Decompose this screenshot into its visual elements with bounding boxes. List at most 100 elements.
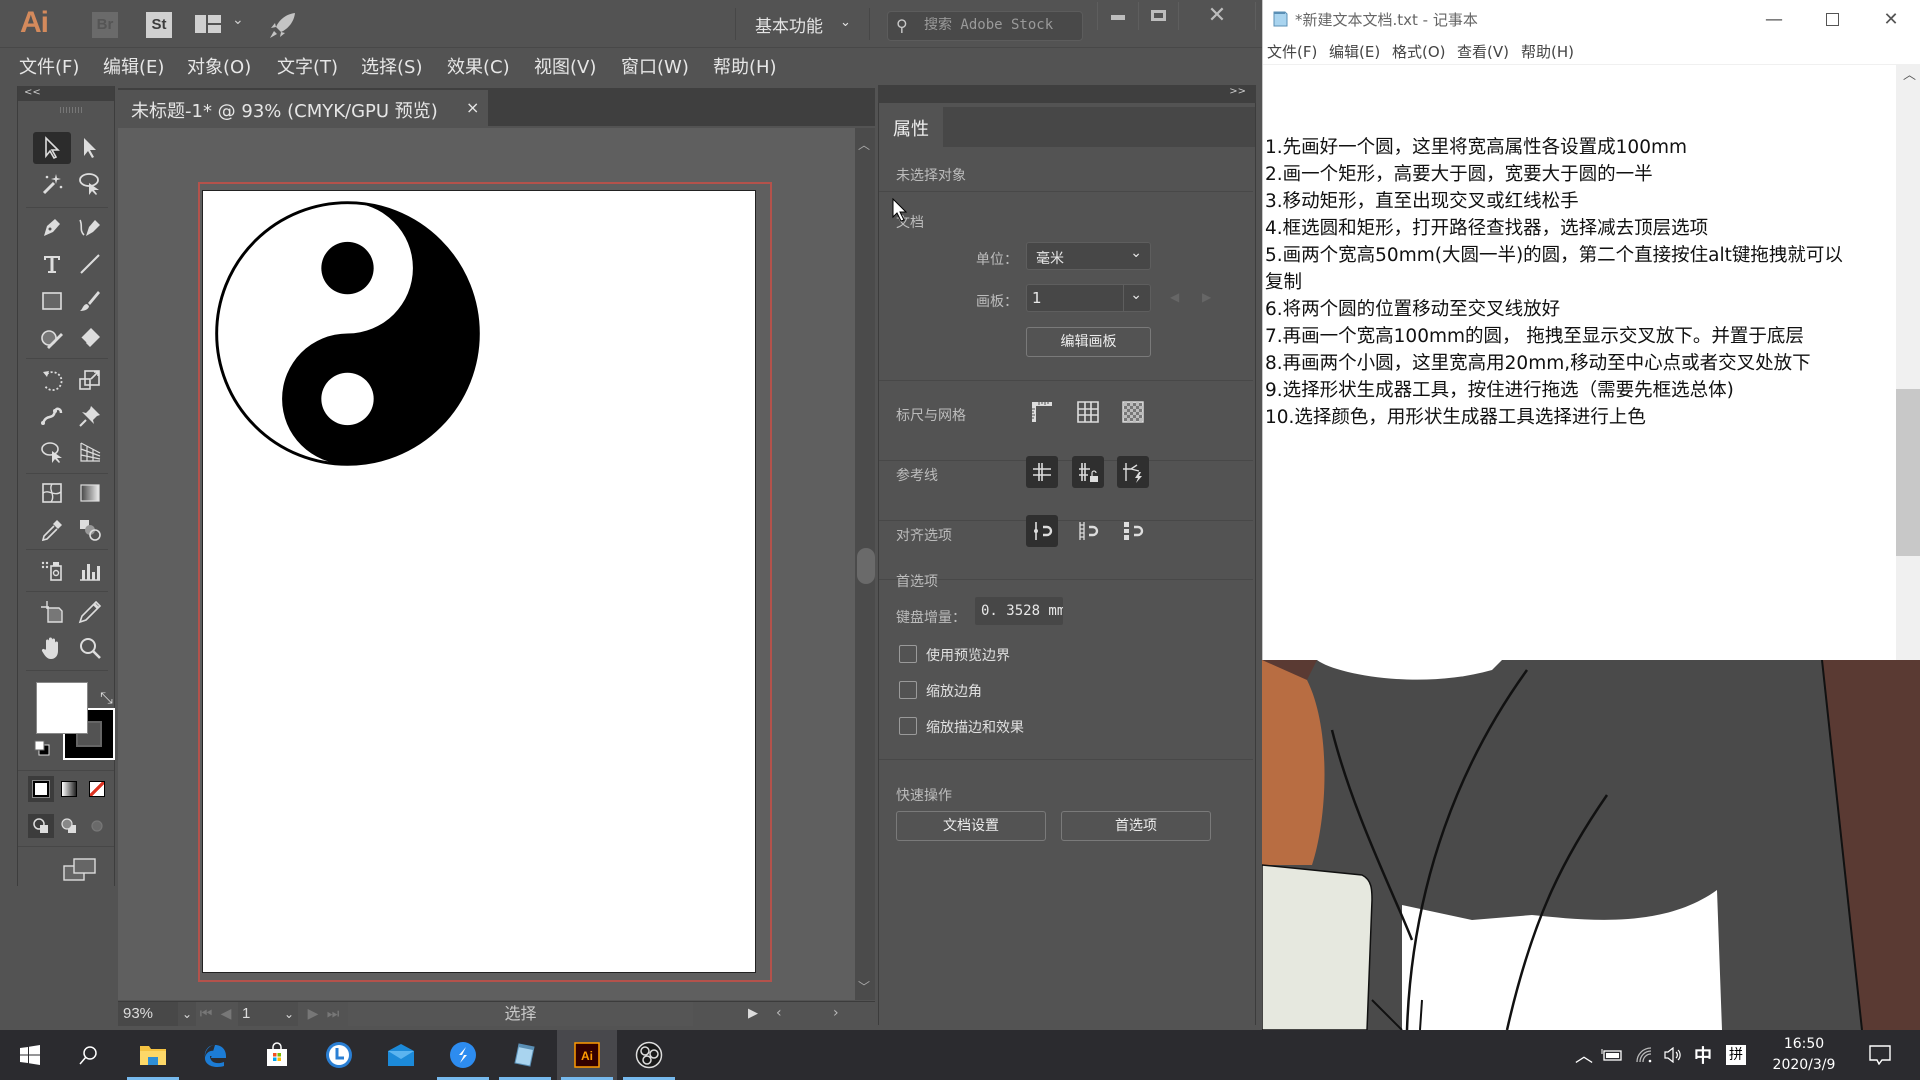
- default-fill-stroke-icon[interactable]: [34, 740, 50, 756]
- smart-guides-button[interactable]: [1117, 456, 1149, 488]
- menu-help[interactable]: 帮助(H): [713, 53, 777, 79]
- collapse-panel-button[interactable]: >>: [1229, 86, 1246, 97]
- scrollbar-thumb[interactable]: [857, 548, 875, 584]
- scroll-up-icon[interactable]: ︿: [858, 136, 870, 153]
- next-artboard-icon[interactable]: ▶: [303, 1002, 323, 1026]
- fill-color-swatch[interactable]: [36, 682, 88, 734]
- scale-tool[interactable]: [71, 364, 109, 396]
- selection-tool[interactable]: [33, 132, 71, 164]
- draw-inside-button[interactable]: [84, 814, 110, 838]
- menu-window[interactable]: 窗口(W): [621, 53, 689, 79]
- previous-artboard-icon[interactable]: ◀: [1170, 290, 1179, 304]
- canvas-vertical-scrollbar[interactable]: ︿ ﹀: [855, 128, 875, 1000]
- ime-pinyin-indicator[interactable]: 拼: [1725, 1030, 1747, 1080]
- line-segment-tool[interactable]: [71, 248, 109, 280]
- arrange-documents-icon[interactable]: [195, 15, 221, 33]
- taskbar-feishu-app[interactable]: [433, 1030, 493, 1080]
- curvature-tool[interactable]: [71, 211, 109, 243]
- type-tool[interactable]: [33, 248, 71, 280]
- symbol-sprayer-tool[interactable]: [33, 555, 71, 587]
- taskbar-clock-app[interactable]: [309, 1030, 369, 1080]
- wifi-icon[interactable]: [1633, 1030, 1655, 1080]
- tab-properties[interactable]: 属性: [879, 107, 943, 147]
- snap-to-point-button[interactable]: [1026, 515, 1058, 547]
- minimize-button[interactable]: [1097, 2, 1137, 30]
- maximize-button[interactable]: [1138, 2, 1178, 30]
- toggle-grid-button[interactable]: [1072, 396, 1104, 428]
- shaper-tool[interactable]: [33, 322, 71, 354]
- yin-yang-artwork[interactable]: [214, 200, 481, 467]
- lasso-tool[interactable]: [71, 168, 109, 200]
- previous-artboard-icon[interactable]: ◀: [216, 1002, 236, 1026]
- taskbar-microsoft-store[interactable]: [247, 1030, 307, 1080]
- stock-search-box[interactable]: ⚲: [887, 11, 1083, 41]
- magic-wand-tool[interactable]: [33, 168, 71, 200]
- none-mode-button[interactable]: [84, 776, 110, 802]
- close-button[interactable]: ✕: [1861, 0, 1920, 38]
- menu-format[interactable]: 格式(O): [1392, 41, 1446, 62]
- start-button[interactable]: [0, 1030, 60, 1080]
- status-menu-arrow-icon[interactable]: ▶: [748, 1002, 758, 1026]
- change-screen-mode-button[interactable]: [62, 856, 98, 884]
- stock-button[interactable]: St: [146, 12, 172, 38]
- show-hidden-icons-button[interactable]: ︿: [1573, 1030, 1595, 1080]
- draw-behind-button[interactable]: [56, 814, 82, 838]
- notepad-content[interactable]: 1.先画好一个圆，这里将宽高属性各设置成100mm 2.画一个矩形，高要大于圆，…: [1265, 134, 1843, 431]
- perspective-grid-tool[interactable]: [71, 436, 109, 468]
- maximize-button[interactable]: [1803, 0, 1861, 38]
- eyedropper-tool[interactable]: [33, 514, 71, 546]
- first-artboard-icon[interactable]: ⏮: [196, 1002, 216, 1026]
- menu-object[interactable]: 对象(O): [187, 53, 251, 79]
- menu-edit[interactable]: 编辑(E): [1329, 41, 1380, 62]
- toggle-rulers-button[interactable]: [1026, 396, 1058, 428]
- close-button[interactable]: ✕: [1178, 2, 1256, 30]
- volume-icon[interactable]: [1662, 1030, 1684, 1080]
- last-artboard-icon[interactable]: ⏭: [323, 1002, 343, 1026]
- hand-tool[interactable]: [33, 632, 71, 664]
- close-tab-icon[interactable]: ×: [466, 98, 479, 117]
- preferences-button[interactable]: 首选项: [1061, 811, 1211, 841]
- scroll-down-icon[interactable]: ﹀: [858, 978, 870, 995]
- artboard-tool[interactable]: [33, 596, 71, 628]
- menu-view[interactable]: 视图(V): [534, 53, 596, 79]
- taskbar-clock[interactable]: 16:50 2020/3/9: [1764, 1034, 1844, 1076]
- menu-view[interactable]: 查看(V): [1457, 41, 1509, 62]
- use-preview-bounds-checkbox[interactable]: [899, 645, 917, 663]
- scale-strokes-effects-checkbox[interactable]: [899, 717, 917, 735]
- taskbar-file-explorer[interactable]: [123, 1030, 183, 1080]
- menu-file[interactable]: 文件(F): [1267, 41, 1317, 62]
- swap-fill-stroke-icon[interactable]: ⤡: [100, 688, 113, 708]
- keyboard-increment-field[interactable]: 0. 3528 mm: [975, 597, 1063, 625]
- toggle-transparency-grid-button[interactable]: [1117, 396, 1149, 428]
- scrollbar-thumb[interactable]: [1896, 389, 1920, 556]
- eraser-tool[interactable]: [71, 322, 109, 354]
- gradient-mode-button[interactable]: [56, 776, 82, 802]
- slice-tool[interactable]: [71, 596, 109, 628]
- scroll-right-icon[interactable]: ›: [833, 1002, 839, 1024]
- current-tool-status[interactable]: 选择: [348, 1002, 693, 1026]
- snap-to-glyph-button[interactable]: [1117, 515, 1149, 547]
- taskbar-mail[interactable]: [371, 1030, 431, 1080]
- pen-tool[interactable]: [33, 211, 71, 243]
- collapse-panel-button[interactable]: <<: [18, 86, 114, 101]
- mesh-tool[interactable]: [33, 477, 71, 509]
- direct-selection-tool[interactable]: [71, 132, 109, 164]
- zoom-level-field[interactable]: 93%: [118, 1002, 178, 1026]
- paintbrush-tool[interactable]: [71, 285, 109, 317]
- action-center-button[interactable]: [1862, 1030, 1898, 1080]
- rocket-icon[interactable]: [268, 10, 298, 40]
- ime-mode-indicator[interactable]: 中: [1691, 1030, 1715, 1080]
- edit-artboards-button[interactable]: 编辑画板: [1026, 327, 1151, 357]
- taskbar-notepad[interactable]: [495, 1030, 555, 1080]
- taskbar-edge[interactable]: [185, 1030, 245, 1080]
- toggle-guides-button[interactable]: [1026, 456, 1058, 488]
- zoom-tool[interactable]: [71, 632, 109, 664]
- notepad-vertical-scrollbar[interactable]: ︿: [1896, 64, 1920, 660]
- units-dropdown[interactable]: 毫米 ⌄: [1026, 242, 1151, 270]
- scroll-left-icon[interactable]: ‹: [776, 1002, 782, 1024]
- panel-grip[interactable]: [60, 107, 82, 113]
- chevron-down-icon[interactable]: ⌄: [280, 1002, 298, 1026]
- color-mode-button[interactable]: [28, 776, 54, 802]
- taskbar-obs[interactable]: [619, 1030, 679, 1080]
- menu-file[interactable]: 文件(F): [19, 53, 79, 79]
